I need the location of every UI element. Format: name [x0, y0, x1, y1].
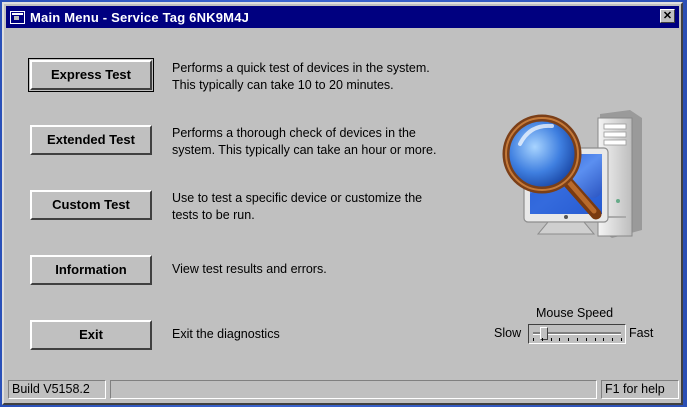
status-bar: Build V5158.2 F1 for help [6, 380, 679, 400]
mouse-speed-control: Mouse Speed Slow Fast [490, 306, 665, 356]
close-button[interactable]: ✕ [660, 9, 675, 23]
slider-tick [559, 338, 560, 341]
main-menu-window: Main Menu - Service Tag 6NK9M4J ✕ Expres… [2, 2, 683, 405]
window-title: Main Menu - Service Tag 6NK9M4J [30, 9, 250, 25]
menu-row-express-test: Express Test Performs a quick test of de… [4, 58, 681, 96]
slider-tick [603, 338, 604, 341]
mouse-speed-slider[interactable] [528, 324, 626, 344]
mouse-speed-label: Mouse Speed [536, 306, 614, 320]
slider-tick [586, 338, 587, 341]
exit-button[interactable]: Exit [30, 320, 152, 350]
extended-test-description-line-2: system. This typically can take an hour … [172, 143, 437, 157]
custom-test-description-line-1: Use to test a specific device or customi… [172, 191, 423, 205]
slider-tick [621, 338, 622, 341]
slider-tick [568, 338, 569, 341]
slider-tick [595, 338, 596, 341]
express-test-description-line-2: This typically can take 10 to 20 minutes… [172, 78, 394, 92]
slider-tick [533, 338, 534, 341]
menu-row-information: Information View test results and errors… [4, 255, 681, 291]
status-build: Build V5158.2 [8, 380, 106, 399]
extended-test-description: Performs a thorough check of devices in … [172, 125, 472, 159]
slider-tick [612, 338, 613, 341]
app-window-icon [10, 10, 25, 24]
information-button[interactable]: Information [30, 255, 152, 285]
custom-test-button[interactable]: Custom Test [30, 190, 152, 220]
menu-content: Express Test Performs a quick test of de… [4, 30, 681, 376]
express-test-description-line-1: Performs a quick test of devices in the … [172, 61, 430, 75]
exit-description-line-1: Exit the diagnostics [172, 327, 280, 341]
slider-tick [577, 338, 578, 341]
extended-test-button[interactable]: Extended Test [30, 125, 152, 155]
express-test-button[interactable]: Express Test [30, 60, 152, 90]
extended-test-description-line-1: Performs a thorough check of devices in … [172, 126, 416, 140]
title-bar[interactable]: Main Menu - Service Tag 6NK9M4J ✕ [6, 6, 679, 28]
information-description-line-1: View test results and errors. [172, 262, 327, 276]
mouse-speed-fast-label: Fast [629, 326, 654, 340]
magnifier-over-computer-icon [502, 110, 642, 238]
express-test-description: Performs a quick test of devices in the … [172, 60, 472, 94]
slider-tick [551, 338, 552, 341]
slider-tick [542, 338, 543, 341]
status-middle [110, 380, 597, 399]
mouse-speed-slow-label: Slow [494, 326, 522, 340]
status-help: F1 for help [601, 380, 679, 399]
custom-test-description: Use to test a specific device or customi… [172, 190, 472, 224]
custom-test-description-line-2: tests to be run. [172, 208, 255, 222]
